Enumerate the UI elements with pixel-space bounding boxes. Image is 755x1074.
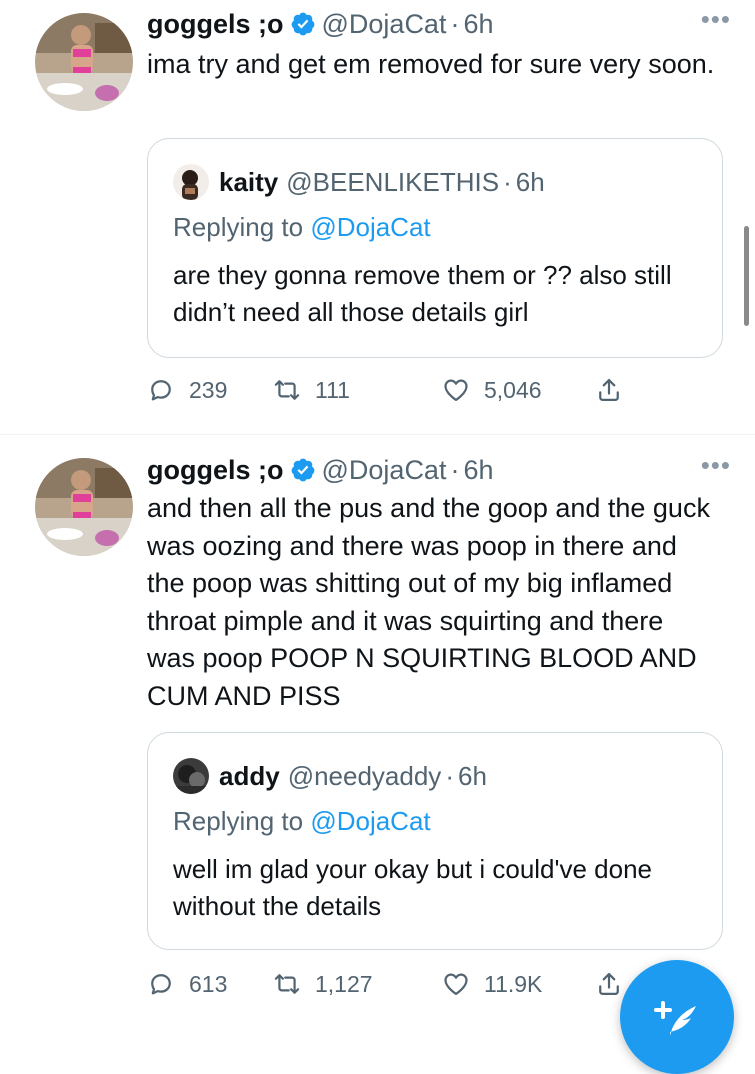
quote-header: kaity @BEENLIKETHIS · 6h [173, 164, 545, 200]
retweet-count: 1,127 [315, 970, 373, 997]
replying-to-label: Replying to [173, 806, 304, 836]
timestamp[interactable]: 6h [463, 455, 493, 486]
quoted-reply-card[interactable]: addy @needyaddy · 6h Replying to @DojaCa… [147, 732, 723, 950]
author-name[interactable]: goggels ;o [147, 9, 284, 40]
quote-header: addy @needyaddy · 6h [173, 758, 487, 794]
compose-tweet-button[interactable] [620, 960, 734, 1074]
replying-to-mention[interactable]: @DojaCat [310, 212, 430, 242]
retweet-button[interactable]: 1,127 [273, 964, 373, 1004]
reply-count: 613 [189, 970, 228, 997]
quote-timestamp[interactable]: 6h [516, 167, 545, 198]
avatar[interactable] [35, 458, 133, 556]
author-name[interactable]: goggels ;o [147, 455, 284, 486]
verified-badge-icon [290, 457, 316, 483]
replying-to-line: Replying to @DojaCat [173, 806, 431, 837]
compose-feather-icon [654, 1001, 696, 1036]
quote-text: are they gonna remove them or ?? also st… [173, 260, 672, 327]
tweet-text: ima try and get em removed for sure very… [147, 49, 715, 79]
verified-badge-icon [290, 11, 316, 37]
author-handle[interactable]: @DojaCat [322, 9, 447, 40]
quote-text: well im glad your okay but i could've do… [173, 854, 653, 921]
like-count: 11.9K [484, 970, 543, 997]
retweet-icon [274, 974, 300, 994]
separator-dot: · [503, 166, 512, 197]
share-button[interactable] [595, 370, 637, 410]
reply-button[interactable]: 239 [147, 370, 227, 410]
tweet[interactable]: goggels ;o @DojaCat · 6h ••• ima try and… [0, 0, 755, 434]
like-count: 5,046 [484, 376, 542, 403]
tweet-header: goggels ;o @DojaCat · 6h [147, 4, 494, 44]
replying-to-mention[interactable]: @DojaCat [310, 806, 430, 836]
tweet-divider [0, 434, 755, 435]
retweet-button[interactable]: 111 [273, 370, 350, 410]
like-button[interactable]: 11.9K [442, 964, 542, 1004]
separator-dot: · [450, 454, 460, 485]
heart-icon [444, 973, 468, 996]
quote-author-handle[interactable]: @needyaddy [288, 761, 442, 792]
quote-author-handle[interactable]: @BEENLIKETHIS [286, 167, 499, 198]
tweet-actions: 239 111 5,046 [147, 370, 717, 410]
timestamp[interactable]: 6h [463, 9, 493, 40]
separator-dot: · [450, 8, 460, 39]
quoted-reply-card[interactable]: kaity @BEENLIKETHIS · 6h Replying to @Do… [147, 138, 723, 358]
reply-button[interactable]: 613 [147, 964, 227, 1004]
reply-bubble-icon [151, 974, 171, 995]
replying-to-label: Replying to [173, 212, 304, 242]
quote-author-name[interactable]: addy [219, 761, 280, 792]
scrollbar[interactable] [744, 226, 749, 326]
quote-avatar [173, 758, 209, 794]
replying-to-line: Replying to @DojaCat [173, 212, 431, 243]
more-horizontal-icon[interactable]: ••• [701, 450, 731, 481]
quote-avatar [173, 164, 209, 200]
avatar[interactable] [35, 13, 133, 111]
share-icon [599, 972, 619, 996]
more-horizontal-icon[interactable]: ••• [701, 4, 731, 35]
reply-count: 239 [189, 376, 228, 403]
separator-dot: · [445, 760, 454, 791]
like-button[interactable]: 5,046 [442, 370, 542, 410]
quote-author-name[interactable]: kaity [219, 167, 278, 198]
author-handle[interactable]: @DojaCat [322, 455, 447, 486]
retweet-count: 111 [315, 376, 350, 403]
retweet-icon [274, 380, 300, 400]
quote-timestamp[interactable]: 6h [458, 761, 487, 792]
share-icon [599, 378, 619, 402]
tweet-text: and then all the pus and the goop and th… [147, 493, 710, 711]
reply-bubble-icon [151, 380, 171, 401]
tweet[interactable]: goggels ;o @DojaCat · 6h ••• and then al… [0, 436, 755, 1024]
tweet-header: goggels ;o @DojaCat · 6h [147, 450, 494, 490]
heart-icon [444, 379, 468, 402]
